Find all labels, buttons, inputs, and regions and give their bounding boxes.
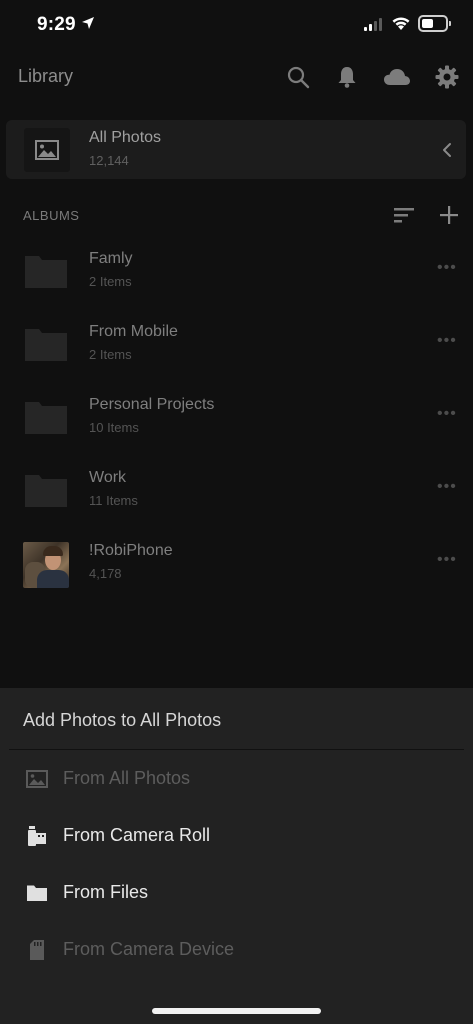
sheet-title: Add Photos to All Photos (23, 710, 222, 730)
album-name: Famly (89, 250, 133, 267)
album-item-count: 2 Items (89, 347, 132, 362)
chevron-left-icon (443, 143, 451, 157)
album-item-count: 4,178 (89, 566, 122, 581)
option-label: From Camera Roll (63, 825, 211, 845)
folder-icon (25, 881, 49, 905)
add-album-icon[interactable] (438, 204, 460, 226)
settings-gear-icon[interactable] (434, 64, 460, 90)
wifi-icon (392, 17, 410, 30)
album-row[interactable]: Famly 2 Items ••• (0, 242, 473, 302)
search-icon[interactable] (285, 64, 311, 90)
album-item-count: 10 Items (89, 420, 139, 435)
albums-label: ALBUMS (23, 208, 80, 223)
album-row[interactable]: Work 11 Items ••• (0, 461, 473, 521)
status-bar: 9:29 (0, 0, 473, 50)
library-header: Library (0, 52, 473, 100)
image-icon (35, 140, 59, 160)
option-label: From All Photos (63, 768, 191, 788)
album-item-count: 11 Items (89, 493, 138, 508)
folder-icon (23, 469, 69, 515)
add-photos-sheet: Add Photos to All Photos From All Photos… (0, 688, 473, 1024)
more-options-icon[interactable]: ••• (437, 551, 457, 569)
from-all-photos-option[interactable]: From All Photos (0, 757, 473, 801)
more-options-icon[interactable]: ••• (437, 259, 457, 277)
status-time: 9:29 (37, 14, 76, 35)
home-indicator[interactable] (152, 1008, 321, 1014)
album-name: !RobiPhone (89, 542, 173, 559)
from-camera-roll-option[interactable]: From Camera Roll (0, 814, 473, 858)
folder-icon (23, 323, 69, 369)
album-item-count: 2 Items (89, 274, 132, 289)
sheet-divider (9, 749, 464, 750)
all-photos-count: 12,144 (89, 153, 129, 168)
more-options-icon[interactable]: ••• (437, 405, 457, 423)
all-photos-thumbnail (24, 128, 70, 172)
folder-icon (23, 396, 69, 442)
sort-icon[interactable] (393, 206, 415, 224)
album-name: Work (89, 469, 127, 486)
camera-roll-icon (25, 824, 49, 848)
option-label: From Camera Device (63, 939, 235, 959)
battery-icon (418, 15, 451, 32)
album-photo-thumbnail (23, 542, 69, 588)
album-row[interactable]: Personal Projects 10 Items ••• (0, 388, 473, 448)
album-row[interactable]: !RobiPhone 4,178 ••• (0, 534, 473, 594)
all-photos-row[interactable]: All Photos 12,144 (6, 120, 466, 179)
option-label: From Files (63, 882, 148, 902)
album-name: Personal Projects (89, 396, 215, 413)
more-options-icon[interactable]: ••• (437, 478, 457, 496)
cloud-sync-icon[interactable] (382, 64, 412, 90)
from-files-option[interactable]: From Files (0, 871, 473, 915)
location-arrow-icon (82, 17, 94, 29)
page-title: Library (18, 66, 74, 86)
cellular-signal-icon (364, 17, 382, 31)
sd-card-icon (25, 938, 49, 962)
album-name: From Mobile (89, 323, 178, 340)
all-photos-title: All Photos (89, 129, 162, 146)
notifications-bell-icon[interactable] (334, 64, 360, 90)
album-row[interactable]: From Mobile 2 Items ••• (0, 315, 473, 375)
from-camera-device-option[interactable]: From Camera Device (0, 928, 473, 972)
albums-section-header: ALBUMS (0, 200, 473, 230)
folder-icon (23, 250, 69, 296)
image-icon (25, 767, 49, 791)
more-options-icon[interactable]: ••• (437, 332, 457, 350)
